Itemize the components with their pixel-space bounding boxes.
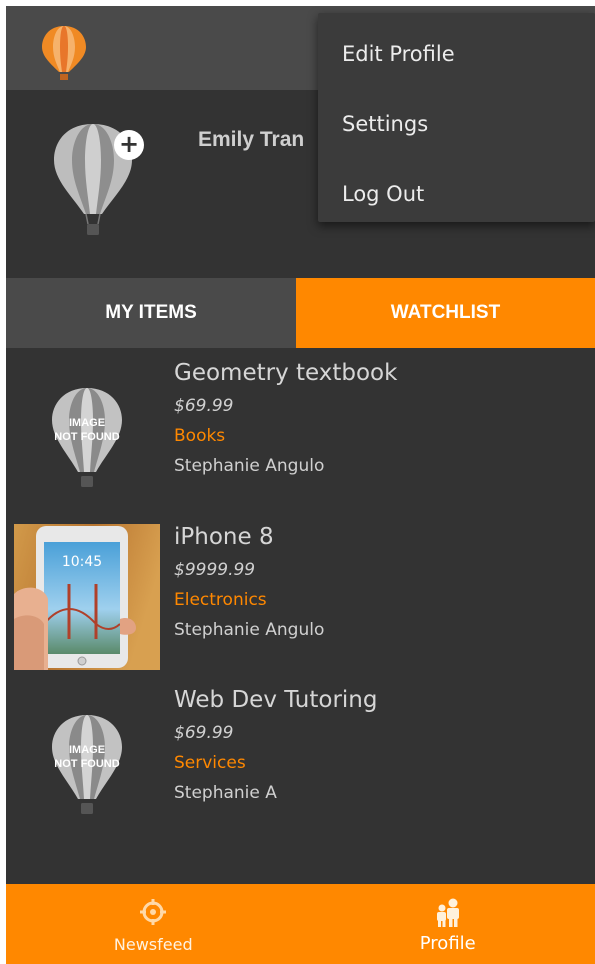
item-title[interactable]: iPhone 8 [174, 524, 274, 550]
item-title[interactable]: Web Dev Tutoring [174, 687, 378, 713]
balloon-placeholder-icon: IMAGE NOT FOUND [52, 388, 122, 487]
phone-clock: 10:45 [62, 554, 102, 570]
item-price: $9999.99 [174, 560, 256, 580]
hot-air-balloon-icon[interactable] [40, 24, 88, 82]
list-item[interactable]: IMAGE NOT FOUND Geometry textbook $69.99… [6, 348, 595, 508]
item-price: $69.99 [174, 396, 234, 416]
item-category: Books [174, 426, 226, 446]
watchlist-items: IMAGE NOT FOUND Geometry textbook $69.99… [6, 348, 595, 884]
tab-bar: MY ITEMS WATCHLIST [6, 278, 595, 348]
add-photo-button[interactable]: + [114, 130, 144, 160]
tab-watchlist[interactable]: WATCHLIST [296, 278, 595, 348]
bottom-nav: Newsfeed Profile [6, 884, 595, 964]
placeholder-line2: NOT FOUND [54, 431, 119, 443]
list-item[interactable]: 10:45 iPhone 8 $9999.99 Electronics Step… [6, 512, 595, 672]
crosshair-icon [140, 899, 167, 925]
list-item[interactable]: IMAGE NOT FOUND Web Dev Tutoring $69.99 … [6, 675, 595, 835]
item-title[interactable]: Geometry textbook [174, 360, 397, 386]
nav-profile-label: Profile [419, 933, 476, 954]
item-seller: Stephanie Angulo [174, 456, 325, 476]
balloon-placeholder-icon: IMAGE NOT FOUND [52, 715, 122, 814]
people-icon [436, 898, 459, 927]
item-category: Services [174, 753, 246, 773]
placeholder-line1: IMAGE [69, 744, 105, 756]
app-screen: + Emily Tran MY ITEMS WATCHLIST IMAGE NO… [6, 6, 595, 964]
image-not-found-thumbnail: IMAGE NOT FOUND [14, 687, 160, 833]
phone-photo: 10:45 [14, 524, 160, 670]
menu-item-settings[interactable]: Settings [318, 89, 595, 159]
nav-profile[interactable]: Profile [301, 884, 595, 964]
nav-newsfeed[interactable]: Newsfeed [6, 884, 301, 964]
profile-name: Emily Tran [198, 128, 305, 151]
nav-newsfeed-label: Newsfeed [113, 935, 193, 954]
menu-item-edit-profile[interactable]: Edit Profile [318, 19, 595, 89]
placeholder-line2: NOT FOUND [54, 758, 119, 770]
item-category: Electronics [174, 590, 267, 610]
overflow-menu: Edit Profile Settings Log Out [318, 13, 595, 222]
image-not-found-thumbnail: IMAGE NOT FOUND [14, 360, 160, 506]
tab-my-items[interactable]: MY ITEMS [6, 278, 296, 348]
item-price: $69.99 [174, 723, 234, 743]
item-photo: 10:45 [14, 524, 160, 670]
menu-item-log-out[interactable]: Log Out [318, 159, 595, 229]
placeholder-line1: IMAGE [69, 417, 105, 429]
item-seller: Stephanie A [174, 783, 277, 803]
item-seller: Stephanie Angulo [174, 620, 325, 640]
